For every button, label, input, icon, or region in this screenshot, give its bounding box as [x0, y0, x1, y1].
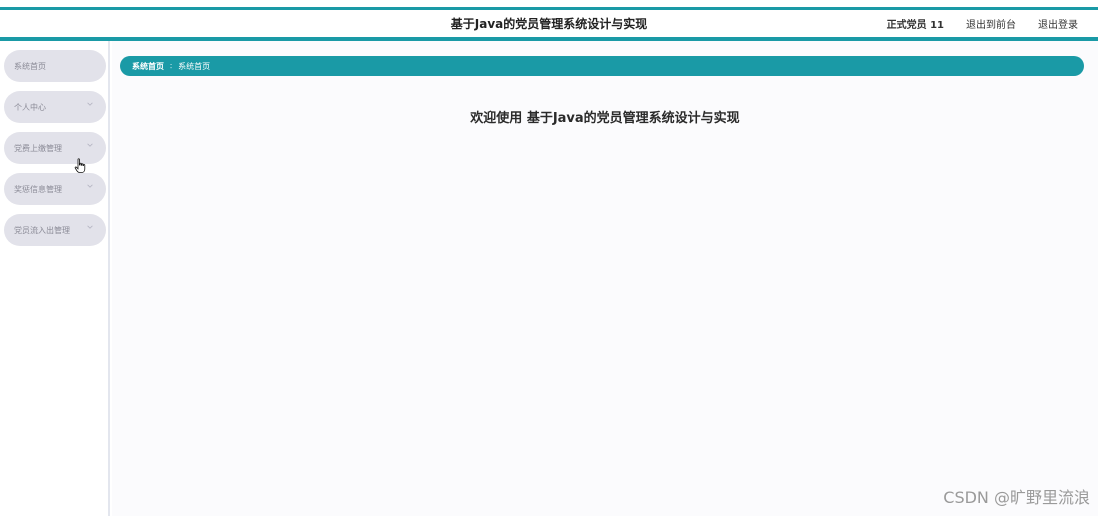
breadcrumb-separator: ∶: [170, 61, 173, 71]
top-header: 基于Java的党员管理系统设计与实现 正式党员 11 退出到前台 退出登录: [0, 7, 1098, 41]
logout-link[interactable]: 退出登录: [1038, 16, 1078, 31]
sidebar-item-label: 奖惩信息管理: [14, 184, 62, 194]
sidebar-item-personal-center[interactable]: 个人中心: [4, 91, 106, 123]
sidebar-item-party-dues[interactable]: 党费上缴管理: [4, 132, 106, 164]
hand-pointer-icon: [74, 158, 86, 173]
chevron-down-icon: [87, 225, 93, 229]
chevron-down-icon: [87, 143, 93, 147]
chevron-down-icon: [87, 184, 93, 188]
app-page: 基于Java的党员管理系统设计与实现 正式党员 11 退出到前台 退出登录 系统…: [0, 0, 1104, 516]
main-content: 系统首页 ∶ 系统首页 欢迎使用 基于Java的党员管理系统设计与实现: [112, 41, 1098, 516]
header-actions: 正式党员 11 退出到前台 退出登录: [887, 16, 1078, 31]
sidebar-item-label: 党员流入出管理: [14, 225, 70, 235]
sidebar: 系统首页 个人中心 党费上缴管理 奖惩信息管理 党员流入出管理: [0, 41, 110, 516]
breadcrumb-item[interactable]: 系统首页: [132, 61, 164, 72]
sidebar-item-label: 系统首页: [14, 61, 46, 71]
chevron-down-icon: [87, 102, 93, 106]
watermark-text: CSDN @旷野里流浪: [943, 488, 1090, 507]
breadcrumb-item: 系统首页: [178, 61, 211, 71]
breadcrumb: 系统首页 ∶ 系统首页: [120, 56, 1084, 76]
sidebar-item-rewards-penalties[interactable]: 奖惩信息管理: [4, 173, 106, 205]
exit-to-front-link[interactable]: 退出到前台: [966, 16, 1016, 31]
current-user-label: 正式党员 11: [886, 20, 944, 31]
sidebar-item-label: 个人中心: [14, 102, 46, 112]
sidebar-item-home[interactable]: 系统首页: [4, 50, 106, 82]
welcome-message: 欢迎使用 基于Java的党员管理系统设计与实现: [470, 111, 740, 126]
sidebar-item-member-flow[interactable]: 党员流入出管理: [4, 214, 106, 246]
sidebar-item-label: 党费上缴管理: [14, 143, 62, 153]
